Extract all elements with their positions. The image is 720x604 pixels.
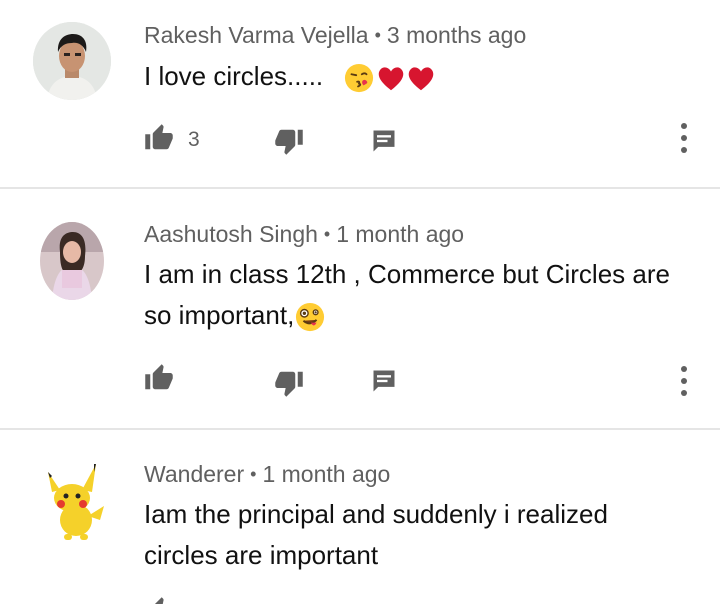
reply-button[interactable] xyxy=(370,367,398,395)
kissing-face-emoji xyxy=(345,64,374,93)
author-name[interactable]: Rakesh Varma Vejella xyxy=(144,22,369,48)
comment-text: Iam the principal and suddenly i realize… xyxy=(144,494,684,576)
comment-text-content: I love circles..... xyxy=(144,61,324,91)
more-options-icon[interactable] xyxy=(674,363,694,399)
comment-text-content: I am in class 12th , Commerce but Circle… xyxy=(144,259,670,330)
like-button[interactable] xyxy=(144,596,174,604)
like-button[interactable] xyxy=(144,363,174,393)
comment-meta: Rakesh Varma Vejella • 3 months ago xyxy=(144,22,526,49)
author-name[interactable]: Wanderer xyxy=(144,461,244,487)
reply-button[interactable] xyxy=(370,127,398,155)
dislike-button[interactable] xyxy=(274,126,304,156)
avatar[interactable] xyxy=(33,22,111,100)
comment-actions xyxy=(144,596,704,604)
meta-separator: • xyxy=(323,224,331,244)
zany-face-emoji xyxy=(296,303,325,332)
divider xyxy=(0,187,720,189)
divider xyxy=(0,428,720,430)
timestamp: 1 month ago xyxy=(336,221,465,247)
more-options-icon[interactable] xyxy=(674,120,694,156)
avatar[interactable] xyxy=(38,462,114,542)
meta-separator: • xyxy=(374,25,381,45)
like-button[interactable] xyxy=(144,123,174,153)
meta-separator: • xyxy=(250,464,257,484)
comment-text: I am in class 12th , Commerce but Circle… xyxy=(144,254,684,336)
like-count: 3 xyxy=(188,128,200,151)
red-heart-emoji xyxy=(409,67,434,91)
comment-text-content: Iam the principal and suddenly i realize… xyxy=(144,499,608,570)
comment-meta: Aashutosh Singh • 1 month ago xyxy=(144,221,464,248)
timestamp: 3 months ago xyxy=(386,22,527,48)
avatar[interactable] xyxy=(40,222,104,300)
comment-meta: Wanderer • 1 month ago xyxy=(144,461,390,488)
dislike-button[interactable] xyxy=(274,368,304,398)
comment-text: I love circles..... xyxy=(144,56,684,97)
author-name[interactable]: Aashutosh Singh xyxy=(144,221,318,247)
red-heart-emoji xyxy=(379,67,404,91)
comment-actions xyxy=(144,363,704,393)
comment-actions: 3 xyxy=(144,123,704,153)
timestamp: 1 month ago xyxy=(262,461,391,487)
